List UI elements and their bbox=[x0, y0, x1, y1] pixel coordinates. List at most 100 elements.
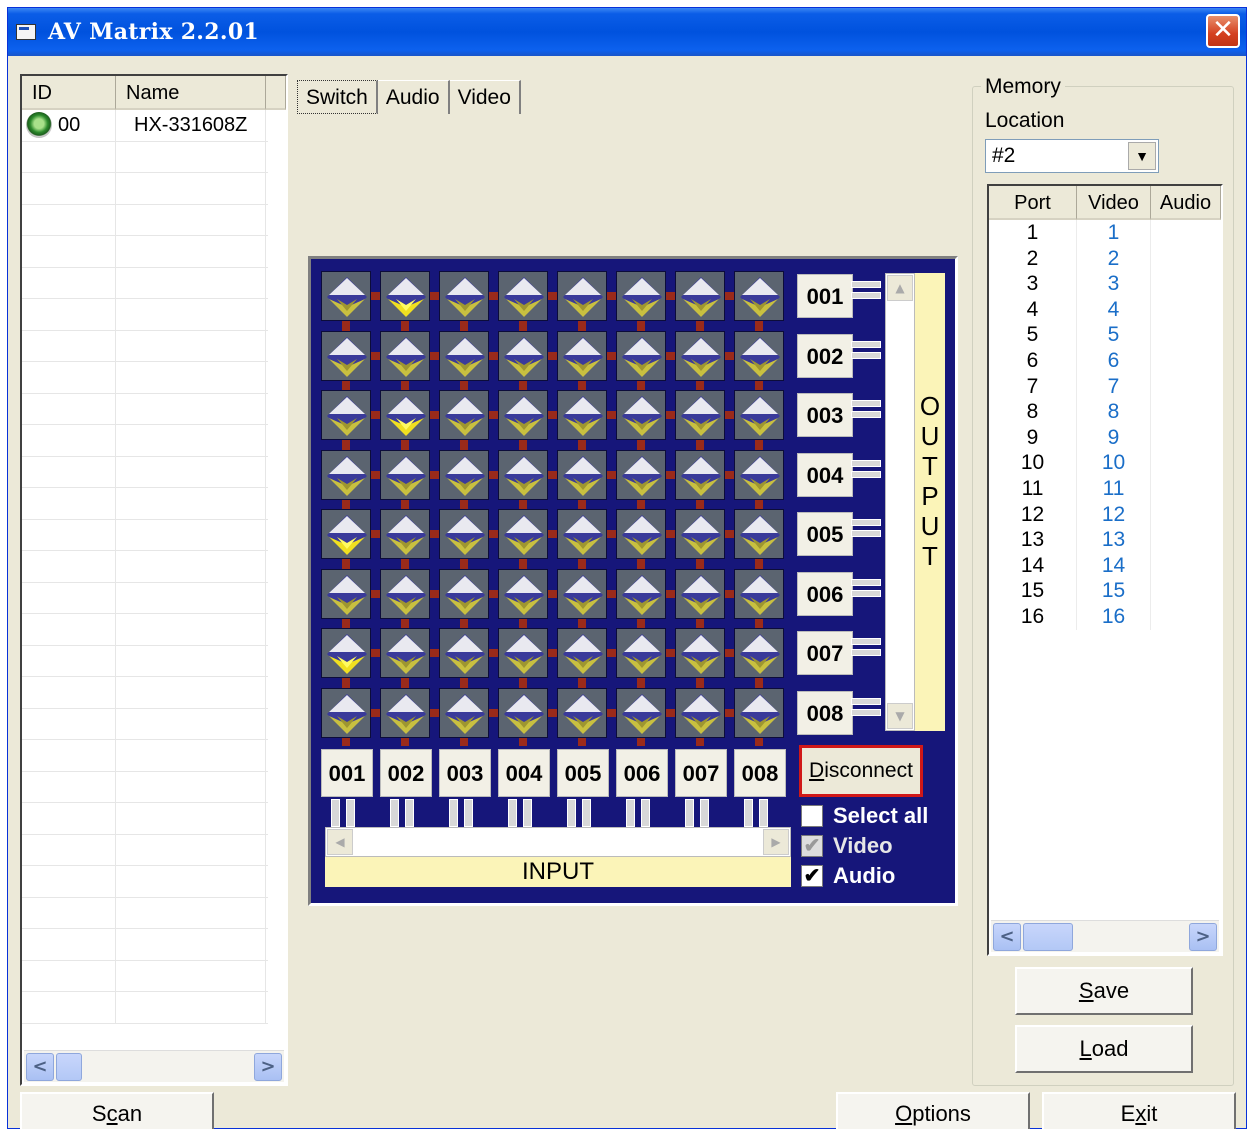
crosspoint-button[interactable] bbox=[557, 390, 607, 440]
port-row[interactable]: 77 bbox=[989, 373, 1221, 400]
location-dropdown[interactable]: #2 ▼ bbox=[985, 139, 1159, 173]
crosspoint-button[interactable] bbox=[380, 687, 430, 738]
input-number[interactable]: 006 bbox=[616, 749, 668, 797]
scroll-down-icon[interactable]: ▼ bbox=[887, 703, 913, 729]
tab-audio[interactable]: Audio bbox=[377, 80, 450, 114]
crosspoint-button[interactable] bbox=[734, 271, 784, 321]
scroll-up-icon[interactable]: ▲ bbox=[887, 275, 913, 301]
device-row[interactable] bbox=[22, 645, 268, 677]
audio-checkbox[interactable]: ✔ Audio bbox=[801, 863, 895, 889]
crosspoint-button[interactable] bbox=[734, 449, 784, 500]
output-number[interactable]: 001 bbox=[797, 274, 853, 318]
crosspoint-button[interactable] bbox=[498, 568, 548, 619]
crosspoint-button[interactable] bbox=[557, 568, 607, 619]
crosspoint-button[interactable] bbox=[321, 390, 371, 440]
port-row[interactable]: 88 bbox=[989, 399, 1221, 425]
port-row[interactable]: 14 14 bbox=[989, 552, 1221, 579]
device-row[interactable] bbox=[22, 708, 268, 740]
crosspoint-button[interactable] bbox=[380, 390, 430, 440]
output-number[interactable]: 003 bbox=[797, 393, 853, 437]
scroll-right-icon[interactable]: > bbox=[254, 1053, 282, 1081]
crosspoint-button[interactable] bbox=[439, 271, 489, 321]
device-row[interactable] bbox=[22, 204, 268, 236]
scroll-right-icon[interactable]: ▶ bbox=[763, 829, 789, 855]
close-button[interactable]: ✕ bbox=[1206, 14, 1240, 48]
select-all-checkbox[interactable]: Select all bbox=[801, 803, 928, 829]
crosspoint-button[interactable] bbox=[380, 330, 430, 381]
scroll-left-icon[interactable]: ◀ bbox=[327, 829, 353, 855]
output-number[interactable]: 008 bbox=[797, 690, 853, 735]
port-row[interactable]: 33 bbox=[989, 271, 1221, 297]
device-row[interactable]: 00 HX-331608Z bbox=[22, 110, 268, 142]
crosspoint-button[interactable] bbox=[734, 568, 784, 619]
checkbox-box[interactable] bbox=[801, 805, 823, 827]
crosspoint-button[interactable] bbox=[321, 330, 371, 381]
column-header-port[interactable]: Port bbox=[989, 186, 1077, 220]
crosspoint-button[interactable] bbox=[616, 449, 666, 500]
checkbox-box[interactable]: ✔ bbox=[801, 865, 823, 887]
port-table-scrollbar[interactable]: < > bbox=[991, 920, 1219, 952]
disconnect-button[interactable]: Disconnect bbox=[799, 745, 923, 797]
device-row[interactable] bbox=[22, 362, 268, 394]
device-row[interactable] bbox=[22, 960, 268, 992]
device-row[interactable] bbox=[22, 267, 268, 299]
crosspoint-button[interactable] bbox=[557, 449, 607, 500]
port-row[interactable]: 44 bbox=[989, 296, 1221, 323]
port-row[interactable]: 55 bbox=[989, 322, 1221, 348]
column-header-video[interactable]: Video bbox=[1077, 186, 1151, 220]
crosspoint-button[interactable] bbox=[734, 330, 784, 381]
crosspoint-button[interactable] bbox=[321, 568, 371, 619]
crosspoint-button[interactable] bbox=[616, 509, 666, 559]
crosspoint-button[interactable] bbox=[439, 330, 489, 381]
crosspoint-button[interactable] bbox=[498, 509, 548, 559]
crosspoint-button[interactable] bbox=[380, 509, 430, 559]
port-row[interactable]: 11 bbox=[989, 220, 1221, 246]
crosspoint-button[interactable] bbox=[675, 568, 725, 619]
port-row[interactable]: 11 11 bbox=[989, 475, 1221, 502]
crosspoint-button[interactable] bbox=[321, 509, 371, 559]
crosspoint-button[interactable] bbox=[675, 271, 725, 321]
crosspoint-button[interactable] bbox=[498, 271, 548, 321]
tab-video[interactable]: Video bbox=[449, 80, 521, 114]
device-row[interactable] bbox=[22, 330, 268, 362]
exit-button[interactable]: Exit bbox=[1042, 1092, 1236, 1129]
input-number[interactable]: 001 bbox=[321, 749, 373, 797]
device-row[interactable] bbox=[22, 740, 268, 772]
load-button[interactable]: Load bbox=[1015, 1025, 1193, 1073]
device-row[interactable] bbox=[22, 519, 268, 551]
scroll-left-icon[interactable]: < bbox=[993, 923, 1021, 951]
device-list[interactable]: ID Name 00 HX-331608Z < > bbox=[20, 74, 288, 1086]
scan-button[interactable]: Scan bbox=[20, 1092, 214, 1129]
crosspoint-button[interactable] bbox=[557, 271, 607, 321]
crosspoint-button[interactable] bbox=[498, 449, 548, 500]
crosspoint-button[interactable] bbox=[557, 628, 607, 678]
crosspoint-button[interactable] bbox=[498, 330, 548, 381]
input-number[interactable]: 002 bbox=[380, 749, 432, 797]
crosspoint-button[interactable] bbox=[616, 390, 666, 440]
crosspoint-button[interactable] bbox=[321, 687, 371, 738]
port-row[interactable]: 99 bbox=[989, 424, 1221, 451]
port-row[interactable]: 16 16 bbox=[989, 603, 1221, 630]
device-row[interactable] bbox=[22, 677, 268, 709]
crosspoint-button[interactable] bbox=[616, 330, 666, 381]
port-row[interactable]: 12 12 bbox=[989, 501, 1221, 528]
column-header-id[interactable]: ID bbox=[22, 76, 116, 110]
device-row[interactable] bbox=[22, 992, 268, 1024]
crosspoint-button[interactable] bbox=[321, 628, 371, 678]
output-number[interactable]: 007 bbox=[797, 631, 853, 675]
crosspoint-button[interactable] bbox=[439, 687, 489, 738]
device-row[interactable] bbox=[22, 173, 268, 205]
output-number[interactable]: 004 bbox=[797, 452, 853, 497]
crosspoint-button[interactable] bbox=[380, 628, 430, 678]
input-number[interactable]: 007 bbox=[675, 749, 727, 797]
crosspoint-button[interactable] bbox=[380, 568, 430, 619]
device-row[interactable] bbox=[22, 614, 268, 646]
crosspoint-button[interactable] bbox=[439, 568, 489, 619]
crosspoint-button[interactable] bbox=[498, 687, 548, 738]
crosspoint-button[interactable] bbox=[616, 628, 666, 678]
device-row[interactable] bbox=[22, 393, 268, 425]
crosspoint-button[interactable] bbox=[439, 509, 489, 559]
input-number[interactable]: 004 bbox=[498, 749, 550, 797]
crosspoint-button[interactable] bbox=[616, 568, 666, 619]
crosspoint-button[interactable] bbox=[616, 687, 666, 738]
